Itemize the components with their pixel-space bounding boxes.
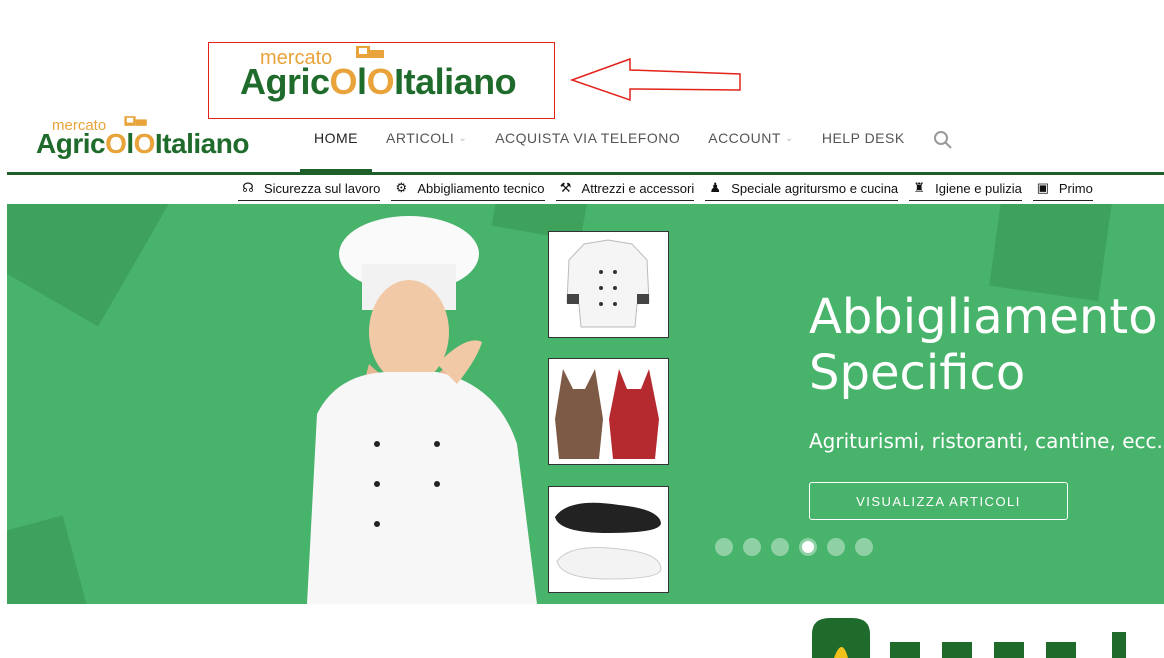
nav-label: ACCOUNT xyxy=(708,130,781,146)
category-attrezzi[interactable]: ⚒ Attrezzi e accessori xyxy=(555,176,695,201)
nav-account[interactable]: ACCOUNT ⌄ xyxy=(694,120,808,172)
category-igiene[interactable]: ♜ Igiene e pulizia xyxy=(909,176,1022,201)
search-button[interactable] xyxy=(919,120,967,155)
aprons-image xyxy=(555,369,659,459)
nav-label: HELP DESK xyxy=(821,130,905,146)
product-clogs[interactable] xyxy=(548,486,669,593)
slider-dot-active[interactable] xyxy=(799,538,817,556)
decorative-shape xyxy=(7,515,89,604)
clogs-image xyxy=(555,502,662,580)
nav-label: HOME xyxy=(314,130,358,146)
partner-logo-partial xyxy=(812,618,1126,658)
category-abbigliamento[interactable]: ⚙ Abbigliamento tecnico xyxy=(391,176,545,201)
category-primo[interactable]: ▣ Primo xyxy=(1032,176,1093,201)
users-gear-icon: ⚙ xyxy=(395,180,408,195)
category-label: Attrezzi e accessori xyxy=(581,180,695,196)
hero-title: Abbigliamento Specifico xyxy=(809,289,1158,401)
header-divider xyxy=(7,172,1164,175)
decorative-shape xyxy=(989,204,1115,302)
wrench-icon: ⚒ xyxy=(559,180,572,195)
brand-logo-highlighted: mercato AgricOlOItaliano xyxy=(240,44,540,104)
category-label: Sicurezza sul lavoro xyxy=(264,180,381,196)
nav-acquista-via-telefono[interactable]: ACQUISTA VIA TELEFONO xyxy=(481,120,694,172)
hero-slider: Abbigliamento Specifico Agriturismi, rist… xyxy=(7,204,1164,604)
headset-icon: ☊ xyxy=(242,180,254,195)
nav-label: ACQUISTA VIA TELEFONO xyxy=(495,130,681,146)
pointer-arrow xyxy=(569,57,741,102)
nav-help-desk[interactable]: HELP DESK xyxy=(808,120,919,172)
category-label: Speciale agritursmo e cucina xyxy=(731,180,899,196)
category-sicurezza[interactable]: ☊ Sicurezza sul lavoro xyxy=(238,176,381,201)
product-aprons[interactable] xyxy=(548,358,669,465)
decorative-shape xyxy=(7,204,174,327)
slider-dot[interactable] xyxy=(743,538,761,556)
hero-subtitle: Agriturismi, ristoranti, cantine, ecc... xyxy=(809,429,1164,453)
slider-dot[interactable] xyxy=(715,538,733,556)
person-pin-icon: ♟ xyxy=(709,180,722,195)
nav-label: ARTICOLI xyxy=(386,130,455,146)
category-agriturismo[interactable]: ♟ Speciale agritursmo e cucina xyxy=(705,176,899,201)
main-nav: HOME ARTICOLI ⌄ ACQUISTA VIA TELEFONO ACC… xyxy=(300,120,967,172)
category-label: Primo xyxy=(1058,180,1093,196)
nav-home[interactable]: HOME xyxy=(300,120,372,172)
site-logo[interactable]: mercato AgricOlOItaliano xyxy=(36,114,268,162)
search-icon xyxy=(933,131,952,149)
slider-dot[interactable] xyxy=(855,538,873,556)
first-aid-icon: ▣ xyxy=(1036,180,1050,195)
slider-dots xyxy=(715,538,873,556)
product-chef-jacket[interactable] xyxy=(548,231,669,338)
nav-articoli[interactable]: ARTICOLI ⌄ xyxy=(372,120,481,172)
view-articles-button[interactable]: VISUALIZZA ARTICOLI xyxy=(809,482,1068,520)
worker-icon: ♜ xyxy=(913,180,925,195)
chevron-down-icon: ⌄ xyxy=(458,133,468,144)
chef-image xyxy=(307,216,537,604)
slider-dot[interactable] xyxy=(827,538,845,556)
category-bar: ☊ Sicurezza sul lavoro ⚙ Abbigliamento tec… xyxy=(238,176,1093,204)
category-label: Igiene e pulizia xyxy=(935,180,1022,196)
chef-jacket-image xyxy=(566,239,650,328)
chevron-down-icon: ⌄ xyxy=(784,133,794,144)
slider-dot[interactable] xyxy=(771,538,789,556)
category-label: Abbigliamento tecnico xyxy=(417,180,545,196)
